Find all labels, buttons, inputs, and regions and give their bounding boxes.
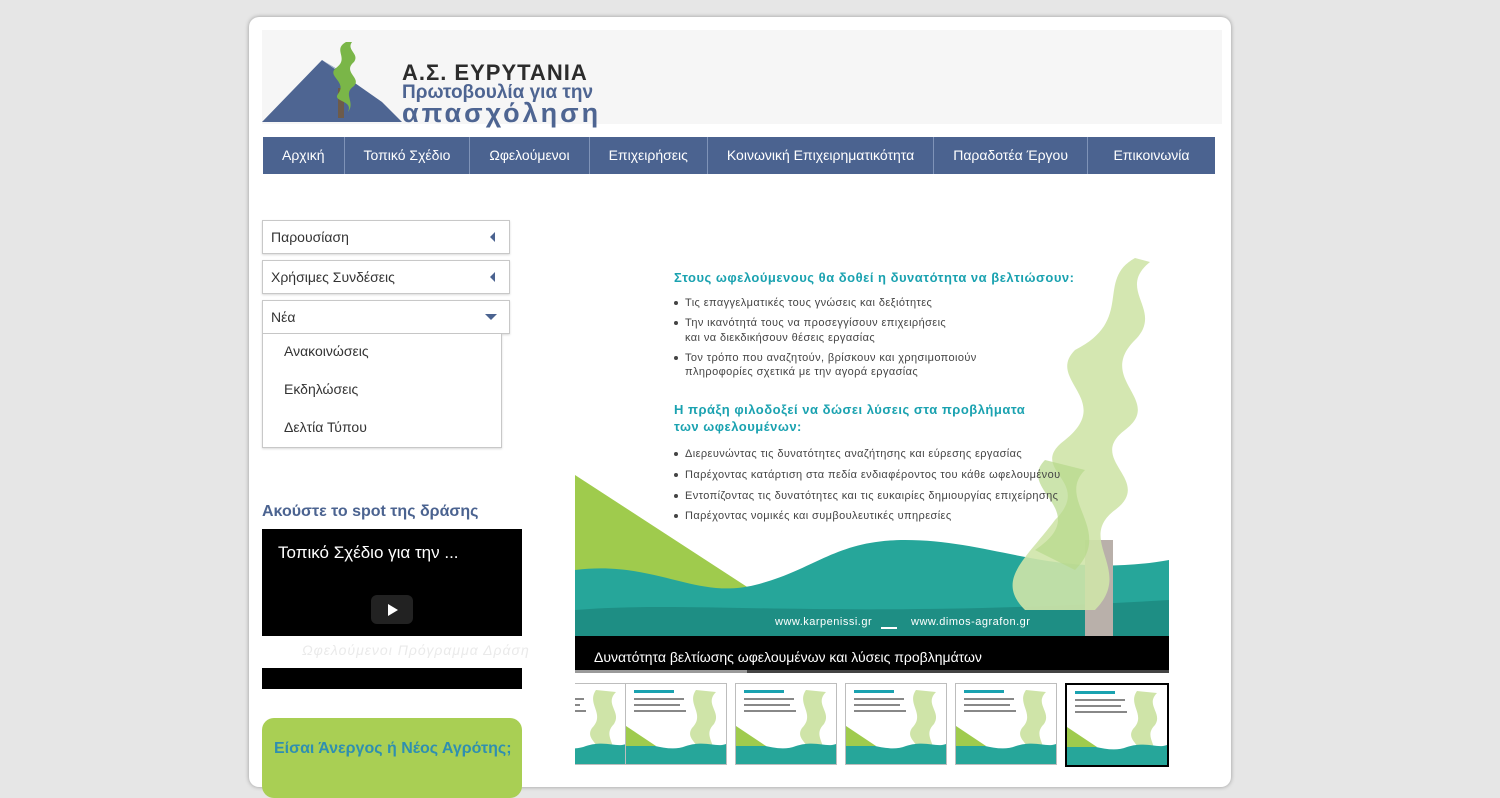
nav-item-local-plan[interactable]: Τοπικό Σχέδιο	[345, 137, 471, 174]
slide-thumbnail[interactable]	[735, 683, 837, 765]
slide-bullet: Διερευνώντας τις δυνατότητες αναζήτησης …	[674, 448, 1022, 460]
slide-progress-bar	[575, 670, 1169, 673]
site-header: Α.Σ. ΕΥΡΥΤΑΝΙΑ Πρωτοβουλία για την απασχ…	[262, 30, 1222, 128]
bullet-dot-icon	[674, 321, 678, 326]
url-separator	[881, 627, 897, 629]
slide-url-agrafon: www.dimos-agrafon.gr	[911, 616, 1031, 628]
collapse-arrow-icon	[490, 272, 495, 282]
thumbnail-preview-icon	[956, 684, 1056, 764]
slide-thumbnail[interactable]	[955, 683, 1057, 765]
accordion-label: Νέα	[271, 309, 296, 325]
video-faded-text: Ωφελούμενοι Πρόγραμμα Δράση	[302, 642, 530, 658]
slide-bullet-text: και να διεκδικήσουν θέσεις εργασίας	[685, 332, 876, 344]
slide-thumbnails	[575, 683, 1169, 783]
slide-heading-1: Στους ωφελούμενους θα δοθεί η δυνατότητα…	[674, 270, 1075, 285]
slide-heading-2b: των ωφελουμένων:	[674, 419, 802, 434]
slide-bullet-text: Τον τρόπο που αναζητούν, βρίσκουν και χρ…	[685, 352, 977, 364]
slide-bullet: Την ικανότητά τους να προσεγγίσουν επιχε…	[674, 317, 946, 329]
video-overlay-strip: Ωφελούμενοι Πρόγραμμα Δράση	[262, 636, 529, 668]
submenu-item-announcements[interactable]: Ανακοινώσεις	[284, 343, 369, 359]
slide-bullet-continued: και να διεκδικήσουν θέσεις εργασίας	[674, 332, 875, 344]
nav-item-beneficiaries[interactable]: Ωφελούμενοι	[470, 137, 590, 174]
thumbnail-preview-icon	[575, 684, 626, 764]
submenu-item-press-releases[interactable]: Δελτία Τύπου	[284, 419, 367, 435]
page-container: Α.Σ. ΕΥΡΥΤΑΝΙΑ Πρωτοβουλία για την απασχ…	[249, 17, 1231, 798]
slideshow[interactable]: Στους ωφελούμενους θα δοθεί η δυνατότητα…	[575, 240, 1169, 636]
bullet-dot-icon	[674, 301, 678, 306]
accordion-news[interactable]: Νέα	[262, 300, 510, 334]
accordion-useful-links[interactable]: Χρήσιμες Συνδέσεις	[262, 260, 510, 294]
thumbnail-preview-icon	[846, 684, 946, 764]
unemployed-farmer-banner[interactable]: Είσαι Άνεργος ή Νέος Αγρότης;	[262, 718, 522, 798]
slide-bullet-text: Τις επαγγελματικές τους γνώσεις και δεξι…	[685, 297, 933, 309]
slide-bullet-continued: πληροφορίες σχετικά με την αγορά εργασία…	[674, 366, 918, 378]
bullet-dot-icon	[674, 452, 678, 457]
video-title[interactable]: Τοπικό Σχέδιο για την ...	[278, 543, 459, 563]
slide-bullet-text: Την ικανότητά τους να προσεγγίσουν επιχε…	[685, 317, 947, 329]
slide-url-karpenissi: www.karpenissi.gr	[775, 616, 873, 628]
mountain-tree-logo-icon[interactable]	[262, 42, 402, 126]
accordion-label: Χρήσιμες Συνδέσεις	[271, 269, 395, 285]
slide-progress-fill	[575, 670, 748, 673]
thumbnail-preview-icon	[1067, 685, 1167, 765]
collapse-arrow-icon	[490, 232, 495, 242]
slide-thumbnail[interactable]	[845, 683, 947, 765]
slide-bullet: Παρέχοντας κατάρτιση στα πεδία ενδιαφέρο…	[674, 469, 1061, 481]
slide-thumbnail[interactable]	[625, 683, 727, 765]
main-nav: Αρχική Τοπικό Σχέδιο Ωφελούμενοι Επιχειρ…	[263, 137, 1215, 174]
slide-bullet-text: πληροφορίες σχετικά με την αγορά εργασία…	[685, 366, 919, 378]
bullet-dot-icon	[674, 356, 678, 361]
submenu-item-events[interactable]: Εκδηλώσεις	[284, 381, 358, 397]
thumbnail-preview-icon	[736, 684, 836, 764]
slide-bullet: Τον τρόπο που αναζητούν, βρίσκουν και χρ…	[674, 352, 977, 364]
nav-item-home[interactable]: Αρχική	[263, 137, 345, 174]
nav-item-businesses[interactable]: Επιχειρήσεις	[590, 137, 708, 174]
accordion-presentation[interactable]: Παρουσίαση	[262, 220, 510, 254]
bullet-dot-icon	[674, 514, 678, 519]
slide-thumbnail[interactable]	[1065, 683, 1169, 767]
news-submenu: Ανακοινώσεις Εκδηλώσεις Δελτία Τύπου	[262, 334, 502, 448]
slide-bullet-text: Διερευνώντας τις δυνατότητες αναζήτησης …	[685, 448, 1023, 460]
bullet-dot-icon	[674, 473, 678, 478]
slide-thumbnail[interactable]	[575, 683, 627, 765]
slide-bullet-text: Παρέχοντας κατάρτιση στα πεδία ενδιαφέρο…	[685, 469, 1061, 481]
slide-caption: Δυνατότητα βελτίωσης ωφελουμένων και λύσ…	[594, 649, 982, 665]
slide-bullet-text: Παρέχοντας νομικές και συμβουλευτικές υπ…	[685, 510, 952, 522]
play-button-icon[interactable]	[371, 595, 413, 624]
spot-heading: Ακούστε το spot της δράσης	[262, 503, 479, 520]
nav-item-deliverables[interactable]: Παραδοτέα Έργου	[934, 137, 1088, 174]
slide-bullet: Εντοπίζοντας τις δυνατότητες και τις ευκ…	[674, 490, 1058, 502]
slide-bullet: Τις επαγγελματικές τους γνώσεις και δεξι…	[674, 297, 932, 309]
expand-arrow-icon	[485, 314, 497, 320]
nav-item-contact[interactable]: Επικοινωνία	[1088, 137, 1215, 174]
slide-caption-bar: Δυνατότητα βελτίωσης ωφελουμένων και λύσ…	[575, 636, 1169, 673]
slide-bullet: Παρέχοντας νομικές και συμβουλευτικές υπ…	[674, 510, 952, 522]
slide-heading-2: Η πράξη φιλοδοξεί να δώσει λύσεις στα πρ…	[674, 402, 1026, 417]
video-player[interactable]: Τοπικό Σχέδιο για την ... Ωφελούμενοι Πρ…	[262, 529, 529, 689]
nav-item-social-entrepreneurship[interactable]: Κοινωνική Επιχειρηματικότητα	[708, 137, 935, 174]
accordion-label: Παρουσίαση	[271, 229, 349, 245]
thumbnail-preview-icon	[626, 684, 726, 764]
slide-bullet-text: Εντοπίζοντας τις δυνατότητες και τις ευκ…	[685, 490, 1059, 502]
bullet-dot-icon	[674, 494, 678, 499]
banner-text: Είσαι Άνεργος ή Νέος Αγρότης;	[274, 740, 512, 757]
logo-tagline: απασχόληση	[402, 98, 602, 128]
